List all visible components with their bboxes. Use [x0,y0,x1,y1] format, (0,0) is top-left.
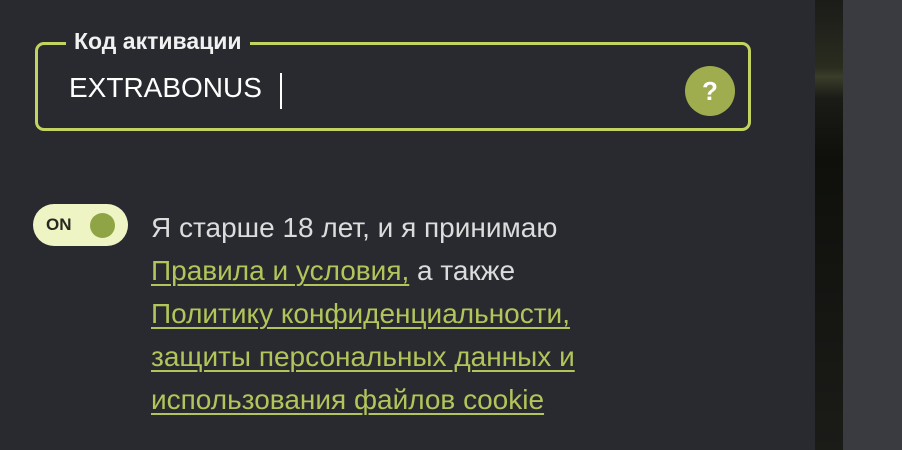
toggle-state-label: ON [46,215,72,234]
age-consent-toggle[interactable]: ON [33,204,128,246]
help-button[interactable]: ? [685,66,735,116]
text-caret [280,73,282,109]
consent-text-intro: Я старше 18 лет, и я принимаю [151,212,558,243]
privacy-link-line-2: защиты персональных данных и [151,341,575,372]
activation-code-field: Код активации ? [35,27,751,131]
toggle-knob [90,213,115,238]
activation-code-input[interactable] [69,68,629,108]
privacy-link-line-3: использования файлов cookie [151,384,545,415]
activation-code-label: Код активации [66,27,250,55]
terms-link[interactable]: Правила и условия, [151,255,409,286]
question-icon: ? [702,76,718,106]
consent-text-middle: а также [409,255,516,286]
privacy-link-line-1: Политику конфиденциальности, [151,298,570,329]
consent-text: Я старше 18 лет, и я принимаю Правила и … [151,206,751,421]
background-image-strip [815,0,843,450]
privacy-policy-link[interactable]: Политику конфиденциальности, защиты персо… [151,298,575,415]
side-panel [843,0,902,450]
